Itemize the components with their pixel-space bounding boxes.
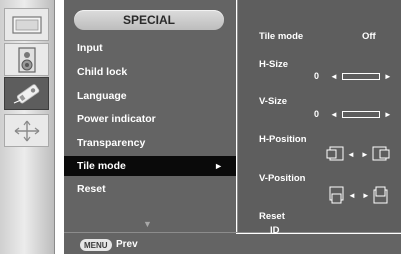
h-position-right-icon (372, 146, 390, 162)
prev-label: Prev (116, 239, 138, 250)
menu-item-child-lock[interactable]: Child lock (64, 62, 236, 82)
menu-item-label: Tile mode (77, 160, 126, 172)
audio-menu-button[interactable] (4, 43, 49, 76)
menu-item-label: Reset (77, 183, 106, 195)
v-position-down-icon (329, 186, 345, 204)
h-position-label: H-Position (259, 134, 307, 145)
menu-item-label: Input (77, 42, 103, 54)
submenu-arrow-icon: ► (214, 161, 223, 171)
v-position-label: V-Position (259, 173, 306, 184)
special-menu-button[interactable] (4, 77, 49, 110)
menu-item-input[interactable]: Input (64, 38, 236, 58)
decrease-arrow-icon[interactable]: ◄ (330, 72, 338, 81)
tile-mode-value[interactable]: Off (362, 31, 376, 42)
menu-item-power-indicator[interactable]: Power indicator (64, 109, 236, 129)
footer-divider (64, 232, 401, 233)
special-settings-icon (11, 81, 43, 107)
v-position-up-icon (373, 186, 389, 204)
menu-item-language[interactable]: Language (64, 86, 236, 106)
decrease-arrow-icon[interactable]: ◄ (347, 150, 355, 159)
decrease-arrow-icon[interactable]: ◄ (330, 110, 338, 119)
osd-window: SPECIAL Input Child lock Language Power … (0, 0, 401, 254)
menu-title: SPECIAL (74, 10, 224, 30)
display-position-menu-button[interactable] (4, 114, 49, 147)
h-size-value: 0 (314, 71, 320, 81)
scroll-down-arrow-icon[interactable]: ▼ (143, 219, 152, 229)
v-position-control[interactable]: ◄ ► (329, 186, 389, 204)
picture-menu-button[interactable] (4, 8, 49, 41)
h-size-slider-track[interactable] (341, 72, 380, 80)
increase-arrow-icon[interactable]: ► (384, 72, 392, 81)
h-position-control[interactable]: ◄ ► (326, 146, 390, 162)
reset-label[interactable]: Reset (259, 211, 285, 222)
increase-arrow-icon[interactable]: ► (362, 191, 370, 200)
id-label[interactable]: ID (270, 225, 280, 236)
increase-arrow-icon[interactable]: ► (361, 150, 369, 159)
menu-key-icon[interactable]: MENU (80, 239, 112, 251)
decrease-arrow-icon[interactable]: ◄ (348, 191, 356, 200)
picture-icon (11, 15, 42, 34)
v-size-slider[interactable]: 0 ◄ ► (314, 109, 396, 119)
menu-item-label: Child lock (77, 66, 128, 78)
menu-item-label: Language (77, 90, 127, 102)
v-size-value: 0 (314, 109, 320, 119)
increase-arrow-icon[interactable]: ► (384, 110, 392, 119)
v-size-label: V-Size (259, 96, 287, 107)
v-size-slider-track[interactable] (341, 110, 380, 118)
menu-item-transparency[interactable]: Transparency (64, 133, 236, 153)
footer-bar (64, 234, 401, 254)
h-size-slider[interactable]: 0 ◄ ► (314, 71, 396, 81)
audio-icon (17, 46, 37, 73)
display-position-icon (11, 119, 43, 143)
icon-strip (0, 0, 55, 254)
menu-item-label: Transparency (77, 137, 146, 149)
tile-mode-label: Tile mode (259, 31, 304, 42)
menu-item-reset[interactable]: Reset (64, 179, 236, 199)
menu-item-tile-mode[interactable]: Tile mode ► (64, 156, 236, 176)
h-position-left-icon (326, 146, 344, 162)
menu-item-label: Power indicator (77, 113, 156, 125)
h-size-label: H-Size (259, 59, 289, 70)
